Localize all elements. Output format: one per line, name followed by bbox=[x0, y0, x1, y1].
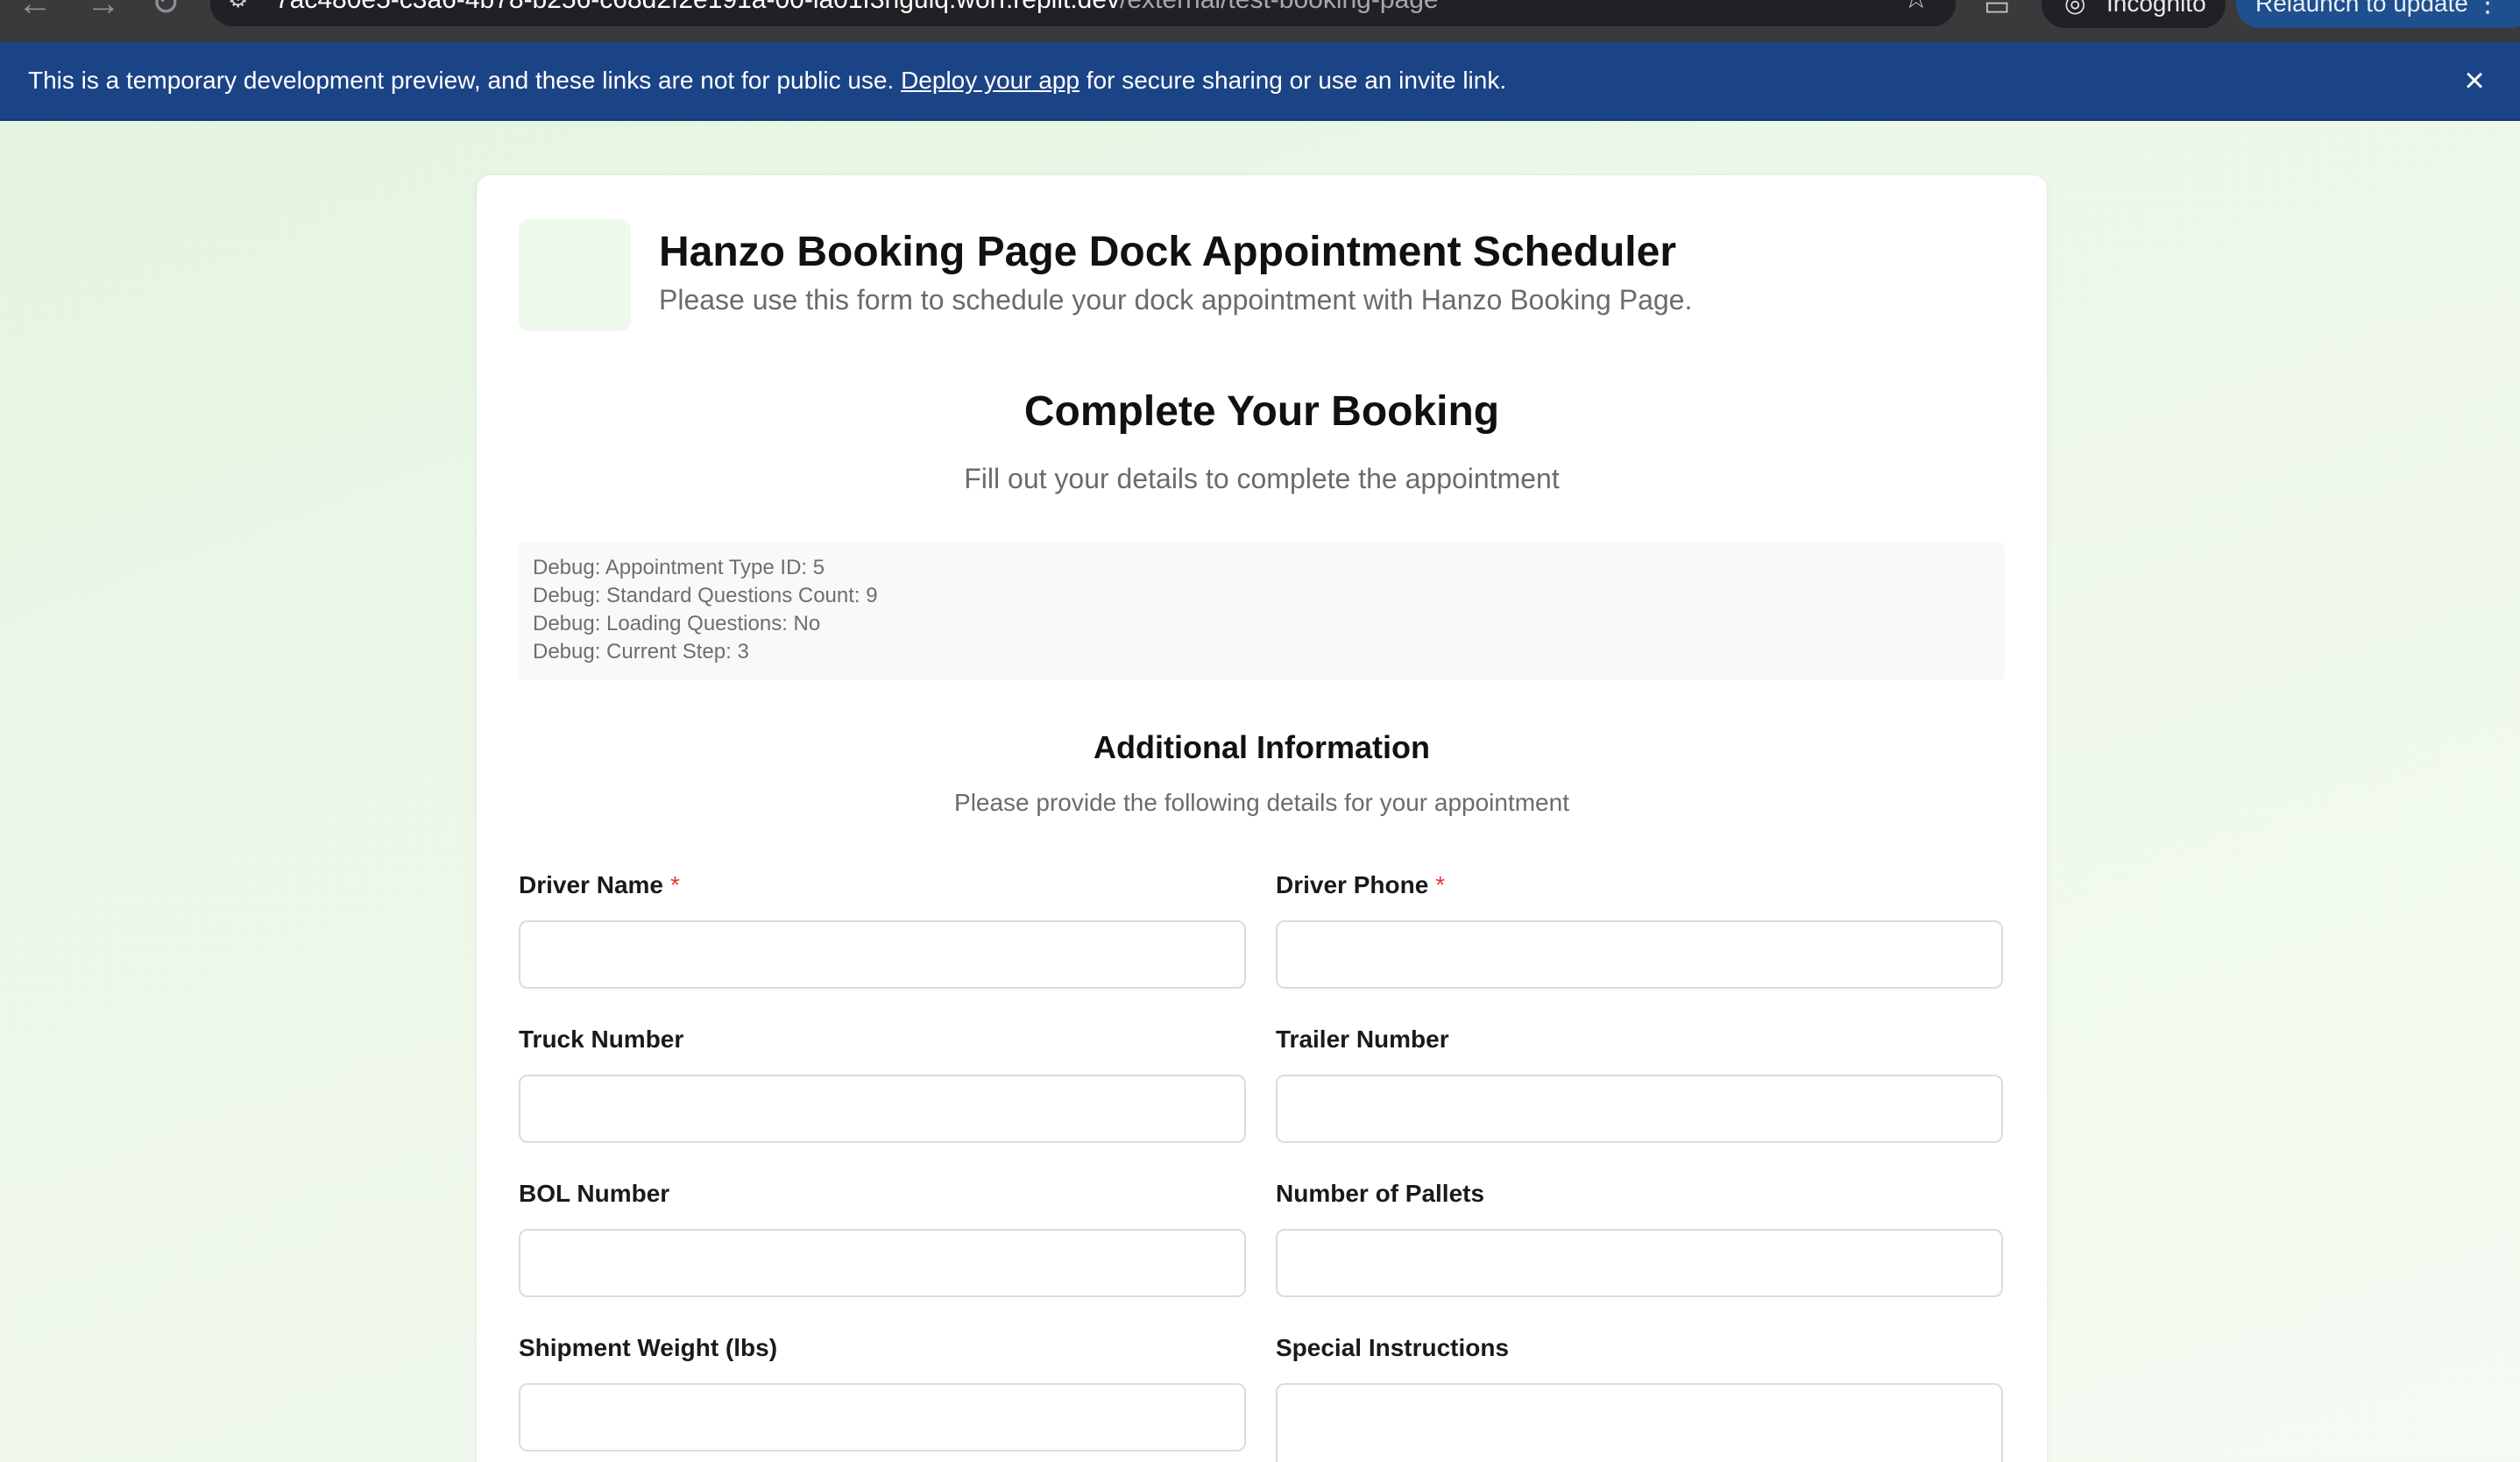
number-of-pallets-input[interactable] bbox=[1276, 1229, 2003, 1297]
page-subtitle: Please use this form to schedule your do… bbox=[659, 284, 1693, 316]
required-marker: * bbox=[669, 871, 680, 898]
required-marker: * bbox=[1435, 871, 1446, 898]
relaunch-label: Relaunch to update bbox=[2255, 0, 2468, 17]
debug-line: Debug: Loading Questions: No bbox=[533, 612, 821, 635]
shipment-weight-label: Shipment Weight (lbs) bbox=[519, 1334, 778, 1361]
debug-line: Debug: Standard Questions Count: 9 bbox=[533, 584, 878, 607]
booking-subheading: Fill out your details to complete the ap… bbox=[964, 463, 1560, 494]
company-logo bbox=[519, 219, 631, 331]
cast-icon[interactable]: ▭ bbox=[1984, 0, 2015, 23]
trailer-number-input[interactable] bbox=[1276, 1075, 2003, 1143]
bol-number-label: BOL Number bbox=[519, 1180, 670, 1207]
truck-number-label: Truck Number bbox=[519, 1026, 684, 1053]
incognito-indicator[interactable]: ◎ Incognito bbox=[2042, 0, 2226, 28]
driver-name-input[interactable] bbox=[519, 920, 1246, 989]
driver-name-label-text: Driver Name bbox=[519, 871, 663, 898]
driver-phone-label-text: Driver Phone bbox=[1276, 871, 1429, 898]
truck-number-input[interactable] bbox=[519, 1075, 1246, 1143]
driver-name-label: Driver Name * bbox=[519, 869, 680, 901]
back-arrow-icon[interactable]: ← bbox=[18, 0, 53, 25]
incognito-label: Incognito bbox=[2106, 0, 2206, 17]
more-vert-icon[interactable]: ⋮ bbox=[2474, 0, 2501, 26]
debug-panel: Debug: Appointment Type ID: 5 Debug: Sta… bbox=[519, 542, 2005, 680]
booking-card: Hanzo Booking Page Dock Appointment Sche… bbox=[477, 175, 2047, 1462]
page-title: Hanzo Booking Page Dock Appointment Sche… bbox=[659, 229, 1676, 275]
booking-heading: Complete Your Booking bbox=[1023, 388, 1500, 435]
relaunch-button[interactable]: Relaunch to update ⋮ bbox=[2236, 0, 2520, 28]
debug-line: Debug: Appointment Type ID: 5 bbox=[533, 556, 825, 579]
site-info-icon[interactable]: ⚙ bbox=[228, 0, 251, 11]
debug-line: Debug: Current Step: 3 bbox=[533, 640, 749, 664]
banner-text-before: This is a temporary development preview,… bbox=[28, 67, 902, 94]
driver-phone-input[interactable] bbox=[1276, 920, 2003, 989]
bookmark-star-icon[interactable]: ☆ bbox=[1903, 0, 1929, 16]
driver-phone-label: Driver Phone * bbox=[1276, 869, 1445, 901]
url-text[interactable]: 7ac480e5-c3a6-4b78-b256-c68d2f2e191a-00-… bbox=[275, 0, 1439, 18]
address-bar[interactable]: ⚙ 7ac480e5-c3a6-4b78-b256-c68d2f2e191a-0… bbox=[210, 0, 1956, 26]
special-instructions-textarea[interactable] bbox=[1276, 1383, 2003, 1462]
url-path: /external/test-booking-page bbox=[1120, 0, 1439, 14]
deploy-app-link[interactable]: Deploy your app bbox=[901, 67, 1079, 94]
special-instructions-label: Special Instructions bbox=[1276, 1334, 1510, 1361]
url-host: 7ac480e5-c3a6-4b78-b256-c68d2f2e191a-00-… bbox=[275, 0, 1120, 14]
trailer-number-label: Trailer Number bbox=[1276, 1026, 1449, 1053]
shipment-weight-input[interactable] bbox=[519, 1383, 1246, 1451]
additional-info-subheading: Please provide the following details for… bbox=[954, 789, 1569, 816]
bol-number-input[interactable] bbox=[519, 1229, 1246, 1297]
number-of-pallets-label: Number of Pallets bbox=[1276, 1180, 1485, 1207]
close-icon[interactable]: × bbox=[2455, 61, 2494, 100]
dev-preview-banner: This is a temporary development preview,… bbox=[0, 42, 2520, 121]
banner-message: This is a temporary development preview,… bbox=[28, 42, 1506, 119]
incognito-icon: ◎ bbox=[2064, 0, 2086, 17]
reload-icon[interactable]: ↻ bbox=[151, 0, 181, 25]
browser-toolbar: ← → ↻ ⚙ 7ac480e5-c3a6-4b78-b256-c68d2f2e… bbox=[0, 0, 2520, 42]
forward-arrow-icon[interactable]: → bbox=[86, 0, 121, 25]
additional-info-heading: Additional Information bbox=[1094, 729, 1430, 765]
banner-text-after: for secure sharing or use an invite link… bbox=[1079, 67, 1507, 94]
